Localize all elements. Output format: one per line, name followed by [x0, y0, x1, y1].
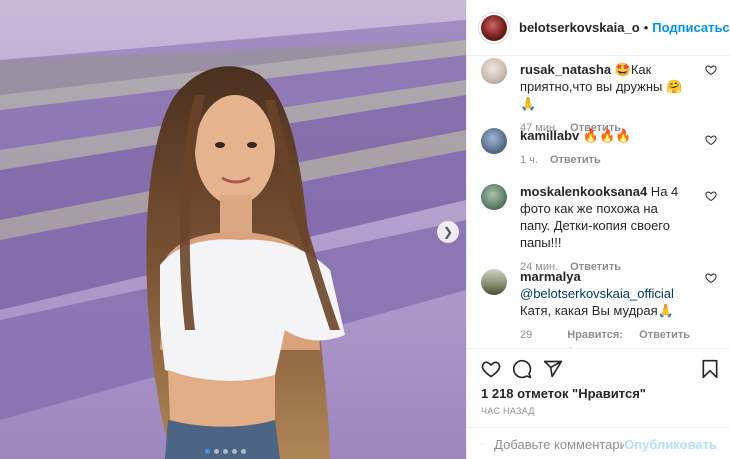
- comment-text: 🔥🔥🔥: [579, 128, 632, 143]
- comment-text: Катя, какая Вы мудрая🙏: [520, 303, 674, 318]
- emoji-icon[interactable]: [481, 433, 483, 455]
- likes-count[interactable]: 1 218 отметок "Нравится": [481, 386, 646, 401]
- comment-username[interactable]: rusak_natasha: [520, 62, 611, 77]
- post-time[interactable]: ЧАС НАЗАД: [481, 406, 535, 416]
- author-username[interactable]: belotserkovskaia_o: [519, 20, 640, 35]
- comment-username[interactable]: marmalya: [520, 269, 581, 284]
- bookmark-icon[interactable]: [701, 359, 719, 379]
- carousel-dot: [223, 449, 228, 454]
- carousel-dot: [205, 449, 210, 454]
- comment-time: 1 ч.: [520, 154, 538, 166]
- action-icons: [481, 359, 719, 381]
- reply-button[interactable]: Ответить: [550, 152, 601, 169]
- comment-likes-count[interactable]: Нравится: 1: [567, 327, 627, 348]
- reply-button[interactable]: Ответить: [639, 327, 690, 348]
- post-header: belotserkovskaia_o • Подписаться ···: [467, 0, 730, 56]
- comment-item: moskalenkooksana4 На 4 фото как же похож…: [481, 182, 717, 276]
- comment-time: 29 мин.: [520, 329, 543, 348]
- author-avatar[interactable]: [481, 14, 507, 41]
- add-comment-bar: Опубликовать: [467, 427, 730, 459]
- comment-mention[interactable]: @belotserkovskaia_official: [520, 286, 674, 301]
- commenter-avatar[interactable]: [481, 128, 507, 154]
- like-comment-icon[interactable]: [705, 190, 717, 202]
- comment-username[interactable]: moskalenkooksana4: [520, 184, 647, 199]
- comment-item: kamillabv 🔥🔥🔥 1 ч. Ответить: [481, 126, 717, 169]
- commenter-avatar[interactable]: [481, 269, 507, 295]
- next-image-button[interactable]: ❯: [437, 221, 459, 243]
- comment-item: marmalya @belotserkovskaia_official Катя…: [481, 267, 717, 348]
- commenter-avatar[interactable]: [481, 58, 507, 84]
- comment-item: rusak_natasha 🤩Как приятно,что вы дружны…: [481, 56, 717, 137]
- comment-icon[interactable]: [512, 359, 532, 379]
- like-comment-icon[interactable]: [705, 272, 717, 284]
- like-comment-icon[interactable]: [705, 64, 717, 76]
- like-icon[interactable]: [481, 359, 501, 379]
- follow-button[interactable]: Подписаться: [652, 20, 730, 35]
- comments-list[interactable]: rusak_natasha 🤩Как приятно,что вы дружны…: [467, 56, 730, 348]
- chevron-right-icon: ❯: [442, 225, 454, 239]
- carousel-dot: [241, 449, 246, 454]
- post-photo[interactable]: ❯: [0, 0, 466, 459]
- comment-input[interactable]: [494, 436, 625, 452]
- carousel-dot: [214, 449, 219, 454]
- like-comment-icon[interactable]: [705, 134, 717, 146]
- share-icon[interactable]: [543, 359, 563, 379]
- header-separator: •: [643, 20, 649, 35]
- comment-username[interactable]: kamillabv: [520, 128, 579, 143]
- photo-illustration: [0, 0, 466, 459]
- carousel-dot: [232, 449, 237, 454]
- post-details-panel: belotserkovskaia_o • Подписаться ··· rus…: [466, 0, 730, 459]
- post-actions: 1 218 отметок "Нравится" ЧАС НАЗАД Опубл…: [467, 348, 730, 459]
- carousel-indicator: [205, 449, 246, 454]
- commenter-avatar[interactable]: [481, 184, 507, 210]
- post-comment-button[interactable]: Опубликовать: [624, 437, 717, 452]
